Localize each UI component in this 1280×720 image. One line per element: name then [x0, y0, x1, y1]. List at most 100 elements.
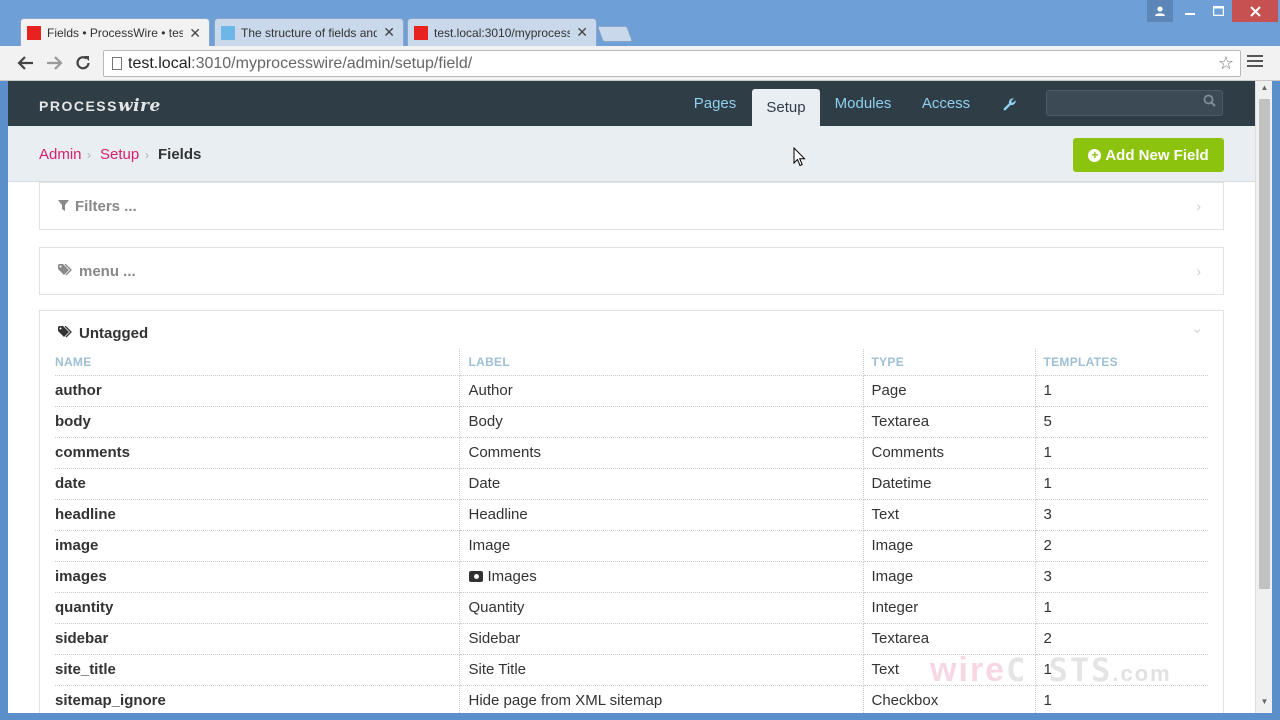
nav-modules[interactable]: Modules: [828, 81, 898, 126]
filters-panel[interactable]: Filters ... ›: [39, 182, 1224, 230]
wrench-icon[interactable]: [1002, 97, 1017, 116]
breadcrumb-setup[interactable]: Setup: [100, 146, 139, 163]
field-type: Comments: [863, 437, 1036, 469]
field-label: Hide page from XML sitemap: [459, 685, 864, 713]
add-new-field-label: Add New Field: [1105, 146, 1209, 164]
column-header-templates[interactable]: TEMPLATES: [1035, 349, 1208, 376]
url-path: :3010/myprocesswire/admin/setup/field/: [191, 54, 473, 72]
field-templates-count[interactable]: 1: [1035, 437, 1208, 469]
field-name-link[interactable]: images: [55, 561, 460, 593]
field-name-link[interactable]: date: [55, 468, 460, 500]
field-label: Image: [459, 530, 864, 562]
maximize-icon[interactable]: [1204, 0, 1232, 22]
field-name-link[interactable]: headline: [55, 499, 460, 531]
scroll-down-arrow-icon[interactable]: ▼: [1259, 697, 1270, 711]
untagged-header[interactable]: Untagged: [58, 325, 148, 342]
column-header-name[interactable]: NAME: [55, 349, 460, 376]
chevron-right-icon[interactable]: ›: [1196, 198, 1201, 214]
field-name-link[interactable]: site_title: [55, 654, 460, 686]
field-templates-count[interactable]: 2: [1035, 623, 1208, 655]
table-row[interactable]: body Body Textarea 5: [55, 406, 1208, 438]
nav-access[interactable]: Access: [913, 81, 979, 126]
close-tab-icon[interactable]: ✕: [576, 24, 588, 41]
tags-icon: [58, 325, 73, 341]
field-label: Sidebar: [459, 623, 864, 655]
admin-search-input[interactable]: [1046, 90, 1223, 116]
chrome-menu-icon[interactable]: [1247, 55, 1263, 71]
reload-icon[interactable]: [72, 52, 94, 74]
close-tab-icon[interactable]: ✕: [383, 24, 395, 41]
menu-tag-panel[interactable]: menu ... ›: [39, 247, 1224, 295]
logo-process: PROCESS: [39, 98, 118, 114]
minimize-icon[interactable]: [1176, 0, 1204, 22]
scrollbar-thumb[interactable]: [1259, 99, 1270, 589]
table-row[interactable]: images Images Image 3: [55, 561, 1208, 593]
mouse-cursor-icon: [793, 147, 806, 167]
bookmark-star-icon[interactable]: ☆: [1218, 53, 1234, 74]
close-window-icon[interactable]: [1232, 0, 1278, 22]
chevron-down-icon[interactable]: ›: [1191, 329, 1207, 334]
back-icon[interactable]: [15, 52, 37, 74]
field-templates-count[interactable]: 1: [1035, 592, 1208, 624]
field-templates-count[interactable]: 2: [1035, 530, 1208, 562]
menu-tag-header[interactable]: menu ...: [58, 263, 136, 280]
table-row[interactable]: image Image Image 2: [55, 530, 1208, 562]
forward-icon[interactable]: [43, 52, 65, 74]
table-row[interactable]: date Date Datetime 1: [55, 468, 1208, 500]
page-icon: [112, 57, 122, 70]
field-type: Integer: [863, 592, 1036, 624]
tab-fields[interactable]: Fields • ProcessWire • test ✕: [20, 18, 210, 47]
field-label: Quantity: [459, 592, 864, 624]
new-tab-button[interactable]: [597, 26, 633, 42]
breadcrumb-admin[interactable]: Admin: [39, 146, 82, 163]
tab-title: The structure of fields and: [241, 25, 378, 40]
field-name-link[interactable]: quantity: [55, 592, 460, 624]
scroll-up-arrow-icon[interactable]: ▲: [1259, 83, 1270, 97]
wirecasts-watermark: wireC STS.com: [930, 651, 1172, 690]
field-name-link[interactable]: image: [55, 530, 460, 562]
table-row[interactable]: author Author Page 1: [55, 375, 1208, 407]
chevron-right-icon[interactable]: ›: [1196, 263, 1201, 279]
field-templates-count[interactable]: 3: [1035, 499, 1208, 531]
field-label: Author: [459, 375, 864, 407]
tab-local[interactable]: test.local:3010/myprocess ✕: [407, 18, 597, 46]
field-templates-count[interactable]: 5: [1035, 406, 1208, 438]
nav-setup[interactable]: Setup: [752, 89, 820, 126]
search-icon[interactable]: [1203, 94, 1216, 110]
field-name-link[interactable]: author: [55, 375, 460, 407]
untagged-label: Untagged: [79, 325, 149, 342]
breadcrumb-separator-icon: ›: [145, 148, 149, 162]
table-row[interactable]: sidebar Sidebar Textarea 2: [55, 623, 1208, 655]
processwire-logo[interactable]: PROCESSwire: [39, 96, 161, 116]
add-new-field-button[interactable]: + Add New Field: [1073, 138, 1224, 172]
field-name-link[interactable]: sitemap_ignore: [55, 685, 460, 713]
nav-pages[interactable]: Pages: [685, 81, 745, 126]
tab-structure[interactable]: The structure of fields and ✕: [214, 18, 404, 46]
field-templates-count[interactable]: 3: [1035, 561, 1208, 593]
field-templates-count[interactable]: 1: [1035, 375, 1208, 407]
column-header-label[interactable]: LABEL: [459, 349, 864, 376]
table-row[interactable]: quantity Quantity Integer 1: [55, 592, 1208, 624]
camera-icon: [468, 571, 483, 582]
breadcrumb-separator-icon: ›: [87, 148, 91, 162]
column-header-type[interactable]: TYPE: [863, 349, 1036, 376]
window-frame-bottom: [0, 713, 1280, 720]
site-favicon-icon: [221, 25, 235, 40]
filters-header[interactable]: Filters ...: [58, 198, 137, 215]
address-bar[interactable]: test.local:3010/myprocesswire/admin/setu…: [103, 50, 1241, 77]
tab-title: Fields • ProcessWire • test: [47, 26, 184, 40]
field-label: Headline: [459, 499, 864, 531]
vertical-scrollbar[interactable]: ▲ ▼: [1255, 81, 1272, 713]
table-row[interactable]: headline Headline Text 3: [55, 499, 1208, 531]
tab-title: test.local:3010/myprocess: [434, 25, 571, 40]
table-row[interactable]: comments Comments Comments 1: [55, 437, 1208, 469]
user-profile-icon[interactable]: [1147, 0, 1173, 22]
field-name-link[interactable]: body: [55, 406, 460, 438]
processwire-favicon-icon: [414, 25, 428, 40]
field-templates-count[interactable]: 1: [1035, 468, 1208, 500]
close-tab-icon[interactable]: ✕: [189, 25, 201, 42]
field-name-link[interactable]: comments: [55, 437, 460, 469]
page-title: Fields: [158, 146, 202, 163]
field-type: Text: [863, 499, 1036, 531]
field-name-link[interactable]: sidebar: [55, 623, 460, 655]
